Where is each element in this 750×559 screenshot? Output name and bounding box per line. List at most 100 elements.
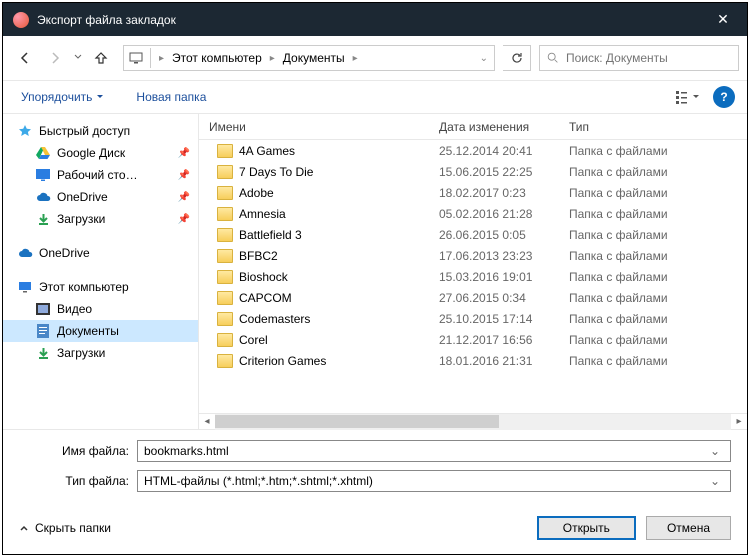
download-icon — [35, 345, 51, 361]
table-row[interactable]: Amnesia05.02.2016 21:28Папка с файлами — [199, 203, 747, 224]
sidebar-item-label: Этот компьютер — [39, 280, 129, 294]
scroll-left-icon[interactable]: ◂ — [199, 416, 215, 427]
table-row[interactable]: 7 Days To Die15.06.2015 22:25Папка с фай… — [199, 161, 747, 182]
file-date: 21.12.2017 16:56 — [429, 333, 559, 347]
window-title: Экспорт файла закладок — [37, 13, 701, 27]
back-button[interactable] — [11, 44, 39, 72]
filetype-field[interactable]: HTML-файлы (*.html;*.htm;*.shtml;*.xhtml… — [137, 470, 731, 492]
file-list[interactable]: 4A Games25.12.2014 20:41Папка с файлами 7… — [199, 140, 747, 413]
file-date: 25.10.2015 17:14 — [429, 312, 559, 326]
cancel-button[interactable]: Отмена — [646, 516, 731, 540]
sidebar: Быстрый доступ Google Диск 📌 Рабочий сто… — [3, 114, 199, 429]
column-date[interactable]: Дата изменения — [429, 120, 559, 134]
file-type: Папка с файлами — [559, 207, 747, 221]
file-type: Папка с файлами — [559, 249, 747, 263]
table-row[interactable]: BFBC217.06.2013 23:23Папка с файлами — [199, 245, 747, 266]
sidebar-item-this-pc[interactable]: Этот компьютер — [3, 276, 198, 298]
forward-button[interactable] — [41, 44, 69, 72]
folder-icon — [217, 270, 233, 284]
folder-icon — [217, 144, 233, 158]
table-row[interactable]: Adobe 18.02.2017 0:23Папка с файлами — [199, 182, 747, 203]
history-dropdown[interactable] — [71, 51, 85, 65]
folder-icon — [217, 186, 233, 200]
close-button[interactable]: ✕ — [701, 3, 745, 36]
folder-icon — [217, 165, 233, 179]
dialog-footer: Скрыть папки Открыть Отмена — [3, 502, 747, 554]
open-button[interactable]: Открыть — [537, 516, 636, 540]
file-name: Amnesia — [239, 207, 286, 221]
sidebar-item-onedrive-root[interactable]: OneDrive — [3, 242, 198, 264]
file-name: Adobe — [239, 186, 274, 200]
filetype-label: Тип файла: — [49, 474, 129, 488]
sidebar-item-label: Загрузки — [57, 212, 105, 226]
pin-icon: 📌 — [178, 214, 190, 225]
search-input[interactable] — [566, 51, 738, 65]
address-dropdown[interactable]: ⌄ — [476, 53, 492, 64]
folder-icon — [217, 228, 233, 242]
hide-folders-button[interactable]: Скрыть папки — [19, 521, 111, 535]
file-type: Папка с файлами — [559, 333, 747, 347]
sidebar-item-documents[interactable]: Документы — [3, 320, 198, 342]
file-date: 15.06.2015 22:25 — [429, 165, 559, 179]
sidebar-item-videos[interactable]: Видео — [3, 298, 198, 320]
firefox-icon — [13, 12, 29, 28]
search-icon — [546, 51, 560, 65]
organize-button[interactable]: Упорядочить — [15, 90, 110, 104]
view-mode-button[interactable] — [671, 84, 705, 110]
up-button[interactable] — [87, 44, 115, 72]
sidebar-item-downloads2[interactable]: Загрузки — [3, 342, 198, 364]
file-type: Папка с файлами — [559, 312, 747, 326]
filename-field[interactable]: ⌄ — [137, 440, 731, 462]
file-type: Папка с файлами — [559, 186, 747, 200]
chevron-right-icon[interactable]: ▸ — [266, 53, 279, 64]
pin-icon: 📌 — [178, 170, 190, 181]
table-row[interactable]: CAPCOM27.06.2015 0:34Папка с файлами — [199, 287, 747, 308]
chevron-right-icon[interactable]: ▸ — [349, 53, 362, 64]
scroll-right-icon[interactable]: ▸ — [731, 416, 747, 427]
table-row[interactable]: Battlefield 326.06.2015 0:05Папка с файл… — [199, 224, 747, 245]
column-name[interactable]: Имени — [199, 120, 429, 134]
column-type[interactable]: Тип — [559, 120, 747, 134]
filename-input[interactable] — [144, 444, 706, 458]
chevron-down-icon[interactable]: ⌄ — [706, 474, 724, 488]
column-headers: Имени Дата изменения Тип — [199, 114, 747, 140]
document-icon — [35, 323, 51, 339]
sidebar-item-desktop[interactable]: Рабочий сто… 📌 — [3, 164, 198, 186]
sidebar-item-label: Быстрый доступ — [39, 124, 130, 138]
desktop-icon — [35, 167, 51, 183]
chevron-up-icon — [19, 523, 29, 533]
breadcrumb-folder[interactable]: Документы — [279, 51, 349, 65]
sidebar-item-onedrive[interactable]: OneDrive 📌 — [3, 186, 198, 208]
cloud-icon — [35, 189, 51, 205]
table-row[interactable]: Bioshock15.03.2016 19:01Папка с файлами — [199, 266, 747, 287]
file-type: Папка с файлами — [559, 228, 747, 242]
sidebar-item-quick-access[interactable]: Быстрый доступ — [3, 120, 198, 142]
chevron-down-icon[interactable]: ⌄ — [706, 444, 724, 458]
file-date: 18.02.2017 0:23 — [429, 186, 559, 200]
pin-icon: 📌 — [178, 192, 190, 203]
help-button[interactable]: ? — [713, 86, 735, 108]
table-row[interactable]: 4A Games25.12.2014 20:41Папка с файлами — [199, 140, 747, 161]
sidebar-item-google-drive[interactable]: Google Диск 📌 — [3, 142, 198, 164]
file-type: Папка с файлами — [559, 270, 747, 284]
sidebar-item-label: Документы — [57, 324, 119, 338]
toolbar: Упорядочить Новая папка ? — [3, 80, 747, 114]
sidebar-item-downloads[interactable]: Загрузки 📌 — [3, 208, 198, 230]
refresh-button[interactable] — [503, 45, 531, 71]
sidebar-item-label: Google Диск — [57, 146, 125, 160]
table-row[interactable]: Codemasters25.10.2015 17:14Папка с файла… — [199, 308, 747, 329]
sidebar-item-label: OneDrive — [57, 190, 108, 204]
horizontal-scrollbar[interactable]: ◂ ▸ — [199, 413, 747, 429]
table-row[interactable]: Criterion Games18.01.2016 21:31Папка с ф… — [199, 350, 747, 371]
address-bar[interactable]: ▸ Этот компьютер ▸ Документы ▸ ⌄ — [123, 45, 495, 71]
search-box[interactable] — [539, 45, 739, 71]
sidebar-item-label: Рабочий сто… — [57, 168, 138, 182]
breadcrumb-root[interactable]: Этот компьютер — [168, 51, 266, 65]
new-folder-button[interactable]: Новая папка — [130, 90, 212, 104]
hide-folders-label: Скрыть папки — [35, 521, 111, 535]
file-name: 7 Days To Die — [239, 165, 313, 179]
filetype-value: HTML-файлы (*.html;*.htm;*.shtml;*.xhtml… — [144, 474, 706, 488]
chevron-right-icon[interactable]: ▸ — [155, 53, 168, 64]
table-row[interactable]: Corel21.12.2017 16:56Папка с файлами — [199, 329, 747, 350]
google-drive-icon — [35, 145, 51, 161]
